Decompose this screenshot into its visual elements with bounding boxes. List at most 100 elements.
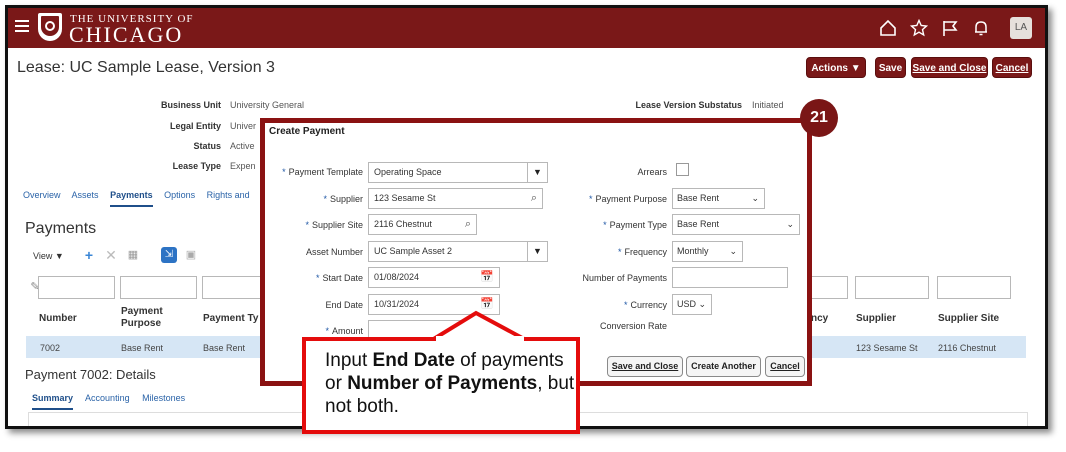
page-title: Lease: UC Sample Lease, Version 3 <box>17 59 275 76</box>
lease-tabs: Overview Assets Payments Options Rights … <box>23 190 259 207</box>
substatus-value: Initiated <box>752 100 784 110</box>
save-and-close-button[interactable]: Save and Close <box>911 57 988 78</box>
export-icon[interactable]: ⇲ <box>161 247 177 263</box>
business-unit-value: University General <box>230 100 305 110</box>
col-payment-purpose[interactable]: Payment Purpose <box>121 306 181 330</box>
cancel-button[interactable]: Cancel <box>992 57 1032 78</box>
status-value: Active <box>230 141 255 151</box>
supplier-site-input[interactable]: 2116 Chestnut ⌕ <box>368 214 477 235</box>
end-date-input[interactable]: 10/31/2024 📅 <box>368 294 500 315</box>
calendar-icon[interactable]: 📅 <box>480 268 494 287</box>
start-date-input[interactable]: 01/08/2024 📅 <box>368 267 500 288</box>
star-icon[interactable] <box>910 19 928 37</box>
university-shield-logo <box>38 13 62 41</box>
payment-template-label: * Payment Template <box>282 167 363 177</box>
chevron-down-icon[interactable]: ▼ <box>527 242 547 261</box>
details-title: Payment 7002: Details <box>25 367 156 382</box>
freeze-icon[interactable]: ▣ <box>183 247 199 263</box>
currency-label: * Currency <box>623 300 667 310</box>
chevron-down-icon: ⌄ <box>698 299 706 309</box>
chevron-down-icon[interactable]: ▼ <box>527 163 547 182</box>
filter-supplier[interactable] <box>855 276 929 299</box>
business-unit-label: Business Unit <box>160 100 221 110</box>
calendar-icon[interactable]: 📅 <box>480 295 494 314</box>
bell-icon[interactable] <box>972 19 990 37</box>
tab-options[interactable]: Options <box>164 190 195 200</box>
supplier-input[interactable]: 123 Sesame St ⌕ <box>368 188 543 209</box>
arrears-checkbox[interactable] <box>676 163 689 176</box>
view-menu[interactable]: View ▼ <box>33 251 64 261</box>
filter-number[interactable] <box>38 276 115 299</box>
delete-icon[interactable]: ✕ <box>103 247 119 263</box>
add-icon[interactable]: + <box>81 247 97 263</box>
columns-icon[interactable]: ▦ <box>125 247 141 263</box>
filter-payment-purpose[interactable] <box>120 276 197 299</box>
cell-supplier-site: 2116 Chestnut <box>938 343 996 353</box>
home-icon[interactable] <box>879 19 897 37</box>
end-date-label: End Date <box>325 300 363 310</box>
hamburger-menu-icon[interactable] <box>15 20 29 32</box>
substatus-label: Lease Version Substatus <box>635 100 742 110</box>
filter-currency[interactable] <box>810 276 848 299</box>
dialog-save-and-close-button[interactable]: Save and Close <box>607 356 683 377</box>
search-icon[interactable]: ⌕ <box>531 189 537 208</box>
filter-supplier-site[interactable] <box>937 276 1011 299</box>
lease-type-value: Expen <box>230 161 256 171</box>
currency-select[interactable]: USD ⌄ <box>672 294 712 315</box>
number-of-payments-input[interactable] <box>672 267 788 288</box>
payment-purpose-select[interactable]: Base Rent ⌄ <box>672 188 765 209</box>
actions-button[interactable]: Actions ▼ <box>806 57 866 78</box>
lease-type-label: Lease Type <box>172 161 221 171</box>
tab-accounting[interactable]: Accounting <box>85 393 130 403</box>
flag-icon[interactable] <box>941 19 959 37</box>
search-icon[interactable]: ⌕ <box>465 215 471 234</box>
cell-supplier: 123 Sesame St <box>856 343 918 353</box>
tab-rights[interactable]: Rights and <box>207 190 250 200</box>
instruction-callout: Input End Date of payments or Number of … <box>302 337 580 434</box>
asset-number-select[interactable]: UC Sample Asset 2 ▼ <box>368 241 548 262</box>
col-payment-type[interactable]: Payment Ty <box>203 313 258 325</box>
frequency-select[interactable]: Monthly ⌄ <box>672 241 743 262</box>
legal-entity-value: Univer <box>230 121 257 131</box>
supplier-site-label: * Supplier Site <box>305 220 363 230</box>
legal-entity-label: Legal Entity <box>169 121 221 131</box>
logo-line2: CHICAGO <box>69 22 184 47</box>
chevron-down-icon: ⌄ <box>751 193 759 203</box>
tab-payments[interactable]: Payments <box>110 190 153 207</box>
payments-section-title: Payments <box>25 220 97 237</box>
step-number-badge: 21 <box>800 99 838 137</box>
frequency-label: * Frequency <box>617 247 667 257</box>
dialog-cancel-button[interactable]: Cancel <box>765 356 805 377</box>
chevron-down-icon: ⌄ <box>729 246 737 256</box>
start-date-label: * Start Date <box>315 273 363 283</box>
payment-type-label: * Payment Type <box>603 220 667 230</box>
create-another-button[interactable]: Create Another <box>686 356 761 377</box>
conversion-rate-label: Conversion Rate <box>599 321 667 331</box>
cell-number: 7002 <box>40 343 61 353</box>
cell-payment-type: Base Rent <box>203 343 246 353</box>
tab-milestones[interactable]: Milestones <box>142 393 185 403</box>
payment-template-select[interactable]: Operating Space ▼ <box>368 162 548 183</box>
top-bar: THE UNIVERSITY OF CHICAGO LA <box>8 8 1045 48</box>
payment-purpose-label: * Payment Purpose <box>588 194 667 204</box>
callout-joint <box>436 336 524 341</box>
tab-overview[interactable]: Overview <box>23 190 61 200</box>
payment-type-select[interactable]: Base Rent ⌄ <box>672 214 800 235</box>
save-button[interactable]: Save <box>875 57 906 78</box>
details-tabs: Summary Accounting Milestones <box>32 393 195 410</box>
number-of-payments-label: Number of Payments <box>582 273 667 283</box>
supplier-label: * Supplier <box>323 194 363 204</box>
status-label: Status <box>193 141 221 151</box>
cell-payment-purpose: Base Rent <box>121 343 164 353</box>
col-number[interactable]: Number <box>39 313 77 325</box>
col-supplier-site[interactable]: Supplier Site <box>938 313 999 325</box>
dialog-title: Create Payment <box>269 126 345 137</box>
col-currency[interactable]: ncy <box>811 313 828 325</box>
amount-label: * Amount <box>325 326 363 336</box>
tab-summary[interactable]: Summary <box>32 393 74 410</box>
col-supplier[interactable]: Supplier <box>856 313 896 325</box>
tab-assets[interactable]: Assets <box>72 190 99 200</box>
user-avatar[interactable]: LA <box>1010 17 1032 39</box>
arrears-label: Arrears <box>637 167 667 177</box>
filter-payment-type[interactable] <box>202 276 262 299</box>
